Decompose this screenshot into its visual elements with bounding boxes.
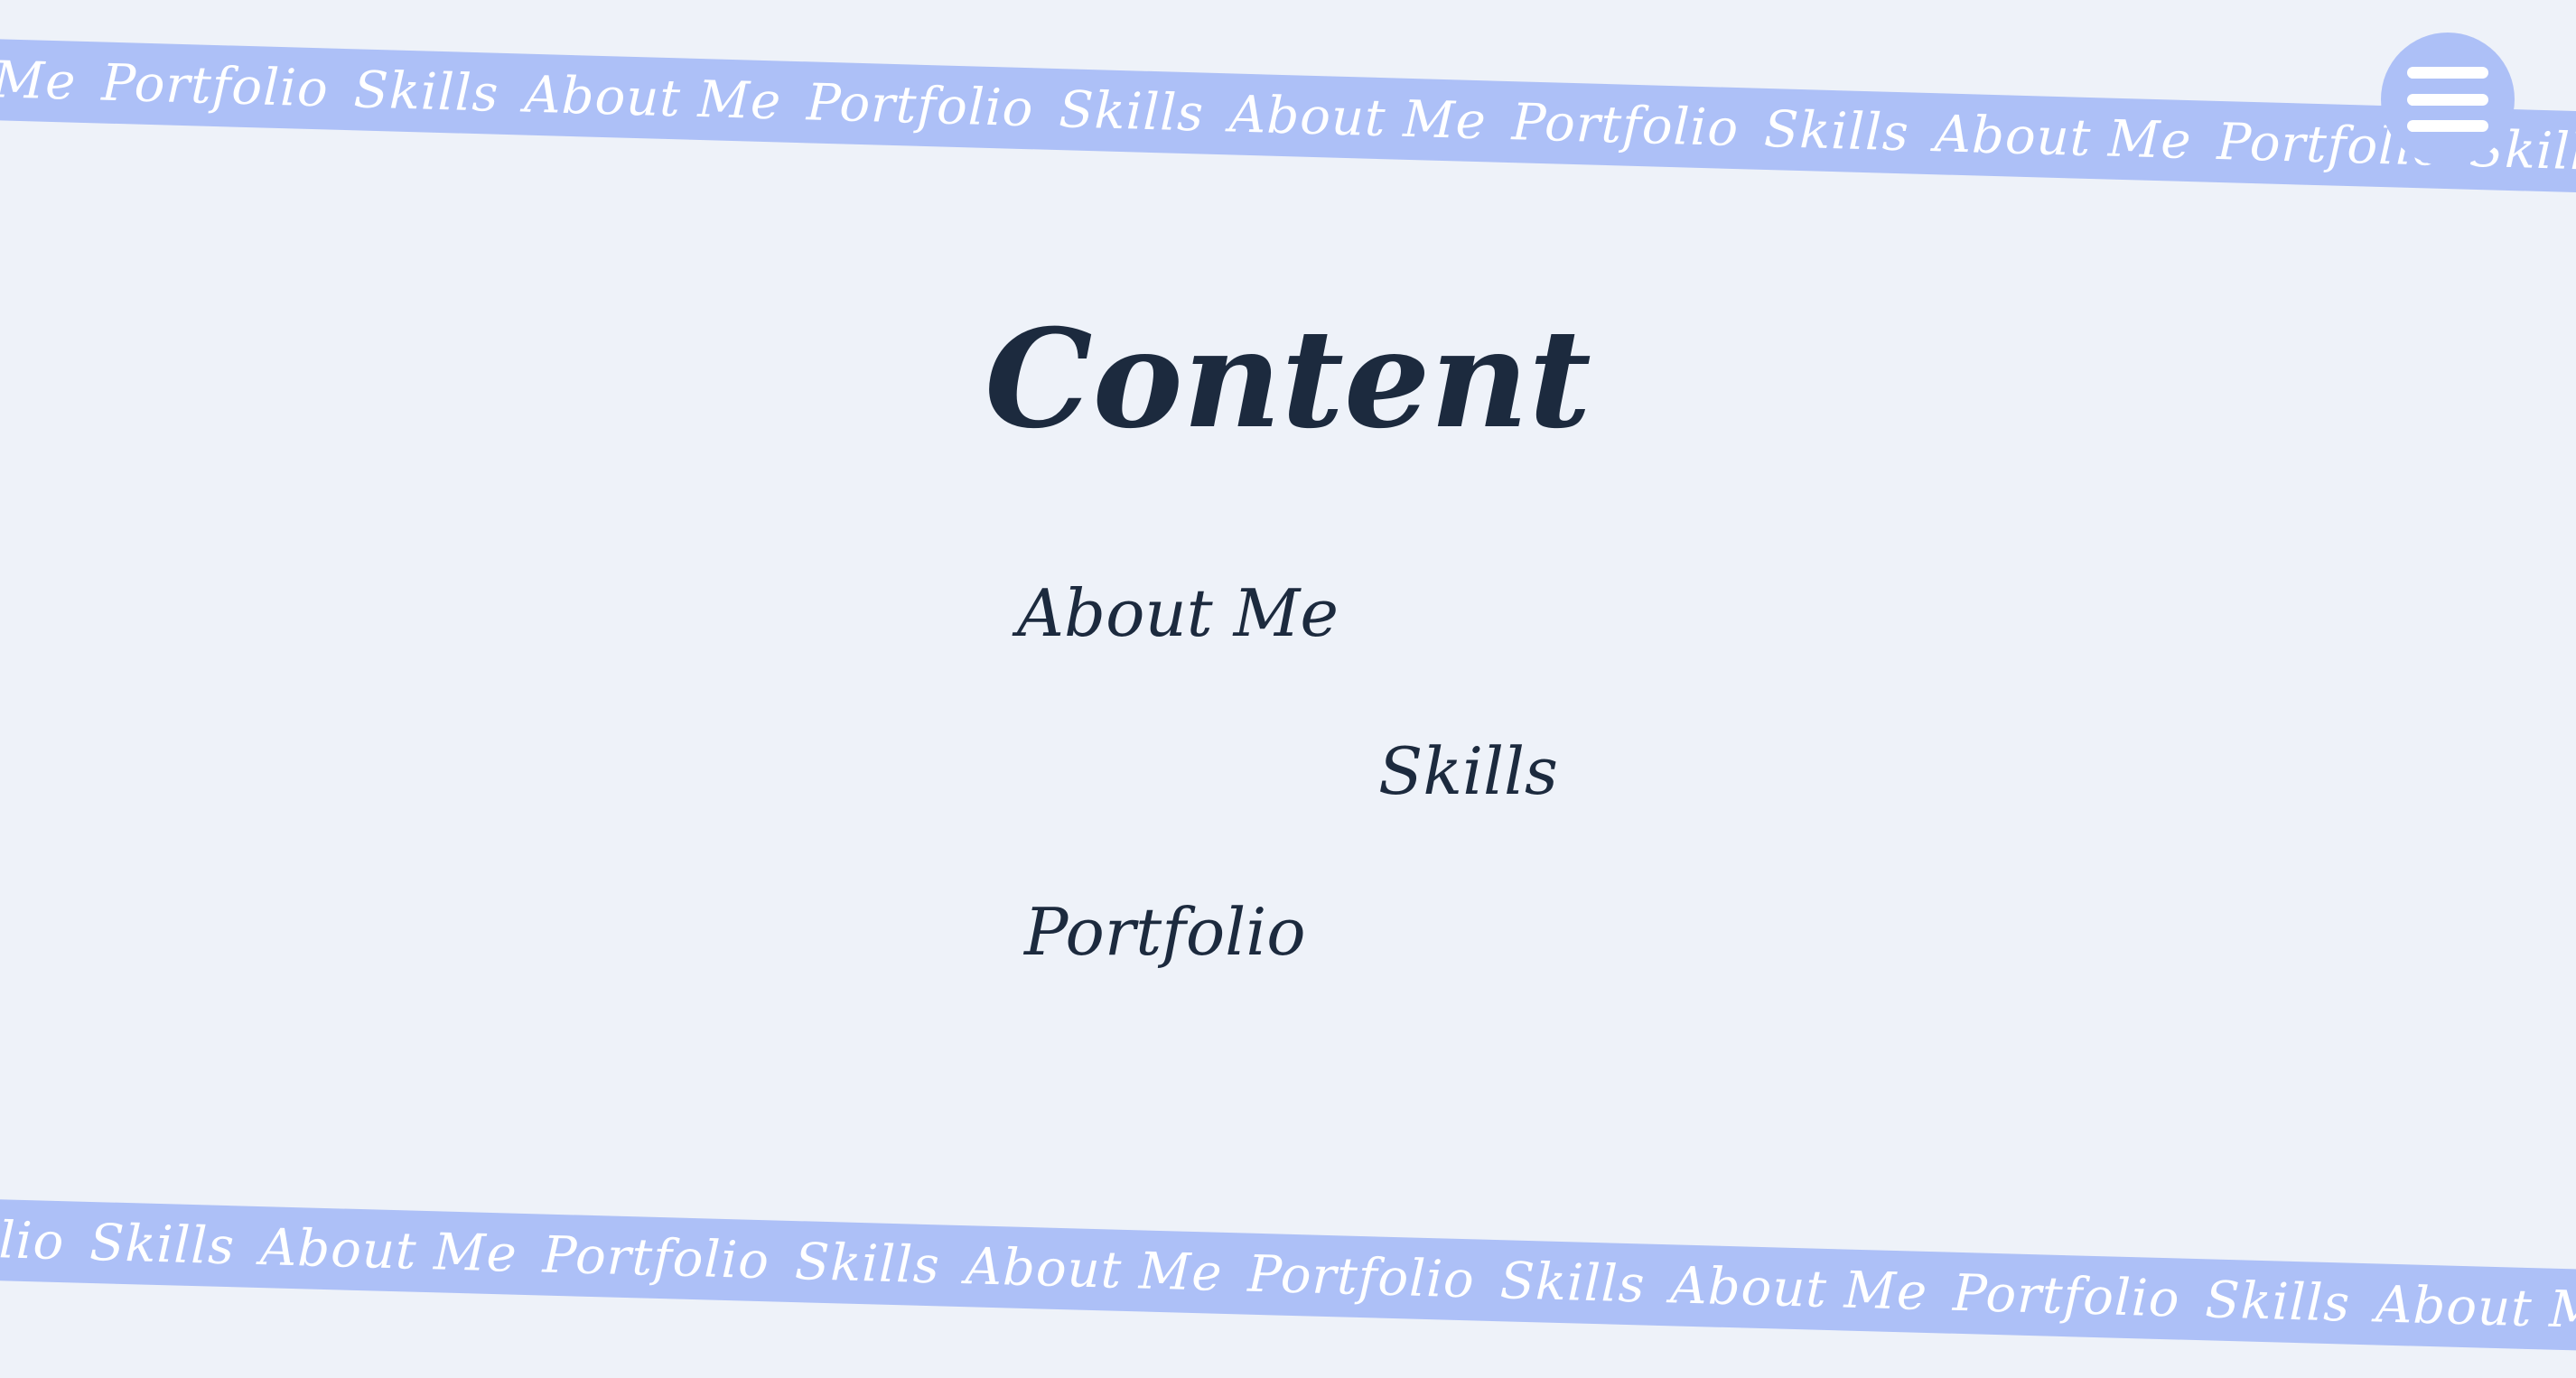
marquee-item: Skills xyxy=(89,1213,236,1276)
about-me-link[interactable]: About Me xyxy=(1017,575,1339,651)
marquee-item: Skills xyxy=(1498,1251,1647,1315)
marquee-item: Portfolio xyxy=(0,1206,66,1271)
marquee-item: Skills xyxy=(1058,79,1205,144)
marquee-item: Skills xyxy=(1763,99,1910,163)
marquee-item: Skills xyxy=(794,1232,941,1295)
marquee-item: Portfolio xyxy=(1246,1244,1476,1309)
marquee-item: Portfolio xyxy=(541,1225,770,1290)
marquee-item: Portfolio xyxy=(1952,1263,2181,1329)
page: Me Portfolio Skills About Me Portfolio Skills… xyxy=(0,0,2576,1378)
portfolio-link[interactable]: Portfolio xyxy=(1024,894,1306,970)
marquee-item: About Me xyxy=(964,1236,1224,1303)
marquee-item: About Me xyxy=(259,1217,518,1284)
hamburger-menu-icon xyxy=(2407,67,2488,132)
marquee-item: About Me xyxy=(1228,84,1488,151)
top-marquee-track: Me Portfolio Skills About Me Portfolio Skills… xyxy=(0,51,2576,196)
marquee-item: Portfolio xyxy=(1510,92,1740,158)
marquee-item: About Me xyxy=(523,65,783,132)
marquee-item: Me xyxy=(0,50,78,112)
top-marquee-band: Me Portfolio Skills About Me Portfolio Skills… xyxy=(0,36,2576,196)
page-title: Content xyxy=(985,300,1591,459)
bottom-marquee-band: Portfolio Skills About Me Portfolio Skills Ab… xyxy=(0,1196,2576,1354)
bottom-marquee-track: Portfolio Skills About Me Portfolio Skills Ab… xyxy=(0,1206,2576,1354)
marquee-item: Skills xyxy=(2204,1270,2352,1334)
marquee-item: Portfolio xyxy=(806,72,1035,138)
skills-link[interactable]: Skills xyxy=(1378,733,1558,809)
marquee-item: About Me xyxy=(1669,1255,1929,1322)
marquee-item: About Me xyxy=(1933,104,2193,171)
marquee-item: About Me xyxy=(2375,1274,2576,1341)
marquee-item: Portfolio xyxy=(100,53,330,118)
menu-button[interactable] xyxy=(2381,33,2515,166)
marquee-item: Skills xyxy=(352,60,500,124)
